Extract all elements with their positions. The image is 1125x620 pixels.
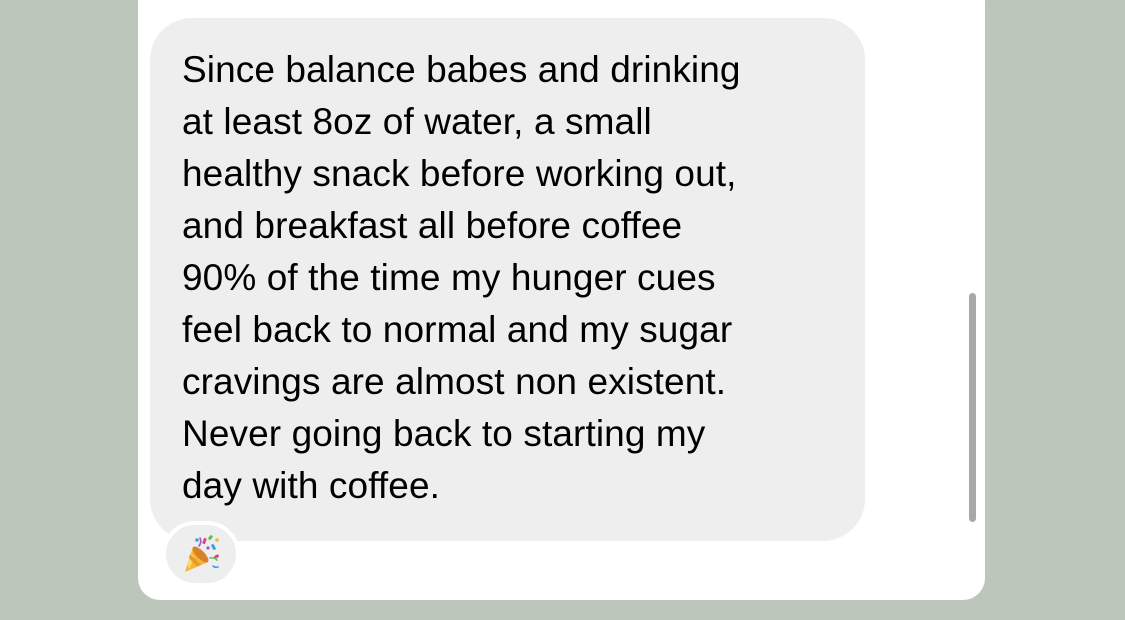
- message-line: Since balance babes and drinking: [182, 49, 741, 90]
- message-line: cravings are almost non existent.: [182, 361, 727, 402]
- reaction-badge[interactable]: [162, 521, 240, 587]
- scrollbar-thumb[interactable]: [969, 293, 976, 522]
- message-line: 90% of the time my hunger cues: [182, 257, 716, 298]
- message-text: Since balance babes and drinking at leas…: [182, 44, 845, 512]
- message-bubble[interactable]: Since balance babes and drinking at leas…: [150, 18, 865, 541]
- message-line: Never going back to starting my: [182, 413, 706, 454]
- message-line: feel back to normal and my sugar: [182, 309, 733, 350]
- message-line: healthy snack before working out,: [182, 153, 737, 194]
- message-line: day with coffee.: [182, 465, 441, 506]
- message-line: and breakfast all before coffee: [182, 205, 683, 246]
- message-line: at least 8oz of water, a small: [182, 101, 652, 142]
- party-popper-icon: [185, 535, 220, 572]
